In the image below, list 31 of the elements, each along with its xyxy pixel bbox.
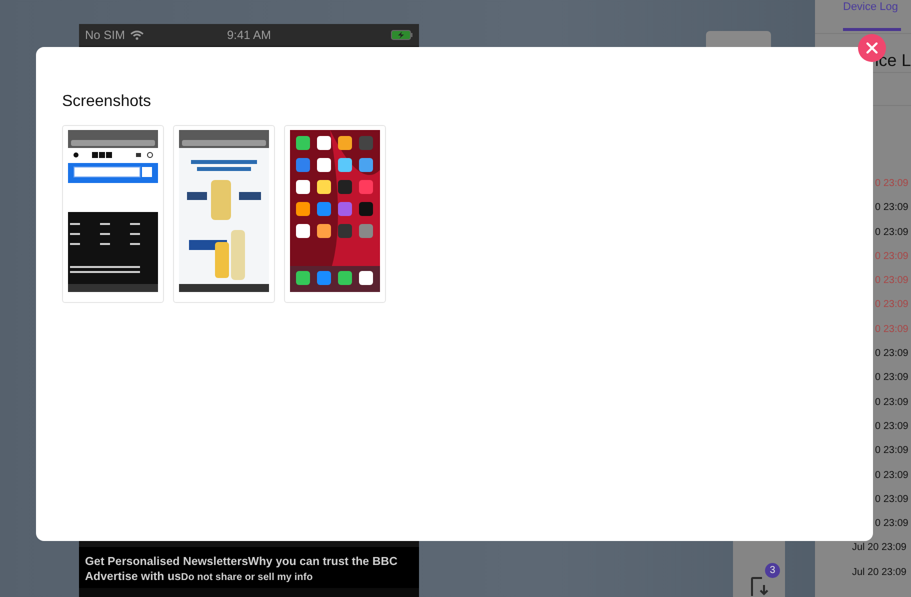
log-timestamp: Jul 20 23:09 — [851, 566, 908, 580]
log-timestamp: 0 23:09 — [874, 322, 910, 337]
count-badge: 3 — [765, 563, 780, 578]
log-timestamp: 0 23:09 — [874, 396, 910, 410]
log-timestamp: 0 23:09 — [874, 444, 910, 458]
footer-links: Get Personalised NewslettersWhy you can trust the BBC — [85, 554, 398, 569]
footer-link[interactable]: Do not share or sell my info — [181, 570, 313, 585]
screenshot-thumbnail[interactable] — [284, 125, 386, 303]
log-timestamp: 0 23:09 — [874, 274, 910, 288]
device-download-icon — [749, 575, 769, 597]
log-timestamp: 0 23:09 — [874, 492, 910, 507]
screenshot-thumbnail[interactable] — [173, 125, 275, 303]
footer-link[interactable]: Advertise with us — [85, 569, 181, 584]
clock-time: 9:41 AM — [226, 28, 272, 42]
log-timestamp: Jul 20 23:09 — [851, 541, 908, 556]
close-icon — [866, 42, 878, 54]
log-timestamp: 0 23:09 — [874, 517, 910, 532]
battery-icon — [391, 30, 413, 40]
log-timestamp: 0 23:09 — [874, 201, 910, 216]
log-timestamp: 0 23:09 — [874, 371, 910, 386]
log-timestamp: 0 23:09 — [874, 226, 910, 240]
carrier-label: No SIM — [85, 28, 126, 42]
wifi-icon — [130, 30, 144, 40]
log-timestamp: 0 23:09 — [874, 468, 910, 483]
log-timestamp: 0 23:09 — [874, 177, 910, 191]
log-timestamp: 0 23:09 — [874, 298, 910, 312]
log-timestamp: 0 23:09 — [874, 420, 910, 434]
screenshot-thumbnail[interactable] — [62, 125, 164, 303]
log-timestamp: 0 23:09 — [874, 347, 910, 362]
log-timestamp: 0 23:09 — [874, 250, 910, 264]
dialog-title: Screenshots — [62, 93, 152, 111]
